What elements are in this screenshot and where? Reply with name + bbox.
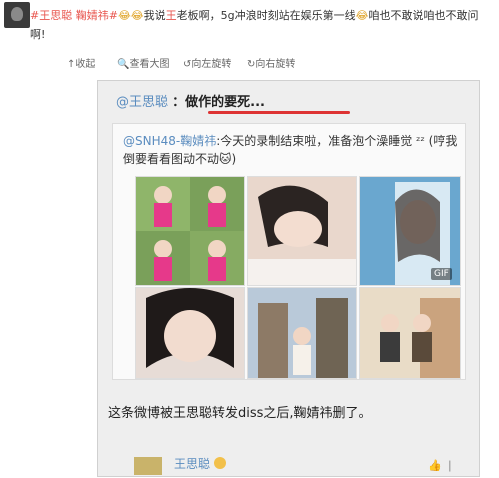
gif-badge: GIF <box>431 268 452 280</box>
red-underline-mark <box>208 111 350 114</box>
emoji-icon: 🐱 <box>219 152 232 166</box>
caption-text: 这条微博被王思聪转发diss之后,鞠婧祎删了。 <box>108 406 372 421</box>
rotate-right-button[interactable]: ↻向右旋转 <box>247 55 295 70</box>
reposted-weibo-card: @SNH48-鞠婧祎:今天的录制结束啦，准备泡个澡睡觉 ᶻᶻ (哼我倒要看看图动… <box>112 123 466 380</box>
post-text-d: 啊! <box>30 28 46 41</box>
photo-4[interactable] <box>135 287 245 379</box>
nested-quote: ：做作的要死... <box>172 95 265 110</box>
photo-collage-1[interactable] <box>135 176 245 286</box>
post-text-a: 我说 <box>143 9 166 22</box>
post-avatar[interactable] <box>4 2 30 28</box>
emoji-icon: 😂😂 <box>117 9 144 22</box>
rotate-left-button[interactable]: ↺向左旋转 <box>183 55 231 70</box>
comment-author[interactable]: 王思聪 <box>174 455 210 472</box>
post-text-b: 老板啊，5g冲浪时刻站在娱乐第一线 <box>176 9 356 22</box>
post-text: #王思聪 鞠婧祎#😂😂我说王老板啊，5g冲浪时刻站在娱乐第一线😂咱也不敢说咱也不… <box>30 6 496 44</box>
embedded-screenshot[interactable]: @王思聪 ：做作的要死... @SNH48-鞠婧祎:今天的录制结束啦，准备泡个澡… <box>97 80 480 477</box>
verified-badge-icon <box>214 457 226 469</box>
repost-author[interactable]: @SNH48-鞠婧祎 <box>123 134 216 148</box>
photo-2[interactable] <box>247 176 357 286</box>
repost-text: @SNH48-鞠婧祎:今天的录制结束啦，准备泡个澡睡觉 ᶻᶻ (哼我倒要看看图动… <box>123 134 458 166</box>
collapse-button[interactable]: ↑收起 <box>67 55 95 70</box>
nested-repost-header: @王思聪 ：做作的要死... <box>116 91 265 110</box>
hashtag-wangsicong[interactable]: #王思聪 <box>30 9 72 22</box>
photo-5[interactable] <box>247 287 357 379</box>
emoji-icon: 😂 <box>355 9 369 22</box>
view-large-button[interactable]: 🔍查看大图 <box>117 55 169 70</box>
photo-6[interactable] <box>359 287 461 379</box>
hashtag-jujingyi[interactable]: 鞠婧祎# <box>76 9 118 22</box>
nested-author[interactable]: @王思聪 <box>116 95 168 110</box>
like-icon[interactable]: 👍 ❘ <box>428 459 454 472</box>
post-text-a-red: 王 <box>165 9 177 22</box>
post-text-c: 咱也不敢说咱也不敢问 <box>368 9 479 22</box>
comment-avatar[interactable] <box>134 457 162 475</box>
